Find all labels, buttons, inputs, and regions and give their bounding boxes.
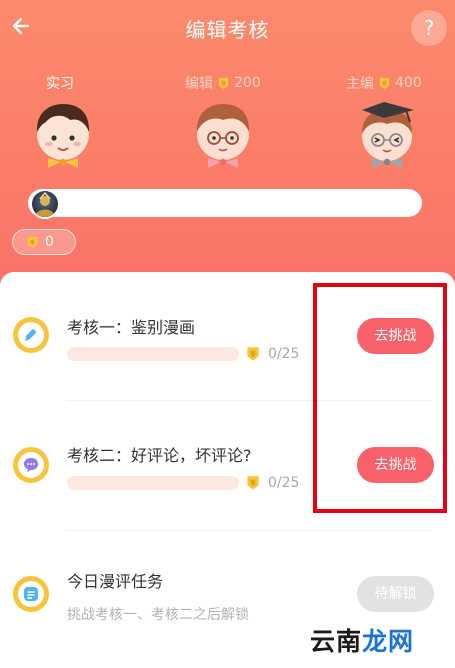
level-editor-label: 编辑 200 [185, 75, 261, 92]
help-button[interactable]: ? [411, 10, 447, 46]
task-3-subtitle: 挑战考核一、考核二之后解锁 [67, 607, 249, 623]
coin-icon [247, 347, 259, 361]
task-1-icon-badge [13, 317, 49, 353]
task-item-2: 考核二：好评论，坏评论? 0/25 去挑战 [0, 400, 455, 528]
task-2-icon-badge [13, 447, 49, 483]
task-1-count: 0/25 [268, 346, 300, 362]
coin-icon [247, 476, 259, 490]
user-avatar [30, 189, 60, 219]
coin-icon [218, 77, 229, 89]
task-1-progress-bar [67, 347, 239, 361]
pencil-icon [25, 329, 37, 341]
task-2-progress-bar [67, 476, 239, 490]
locked-button[interactable]: 待解锁 [357, 576, 434, 612]
chief-editor-avatar-icon [362, 102, 414, 168]
coin-icon [379, 77, 390, 89]
intern-avatar-icon [36, 104, 90, 168]
watermark: 云南龙网 [310, 627, 415, 656]
coin-score-value: 0 [45, 234, 54, 250]
comment-icon [24, 458, 38, 472]
coin-score-badge: 0 [12, 229, 76, 255]
page-title: 编辑考核 [185, 18, 270, 42]
task-2-count: 0/25 [268, 475, 300, 491]
task-1-title: 考核一：鉴别漫画 [67, 318, 196, 337]
level-intern-label: 实习 [46, 76, 74, 92]
level-progress-bar [28, 189, 422, 217]
task-item-1: 考核一：鉴别漫画 0/25 去挑战 [0, 272, 455, 400]
challenge-button-1[interactable]: 去挑战 [357, 318, 434, 354]
level-chief-editor-label: 主编 400 [346, 75, 422, 92]
task-2-title: 考核二：好评论，坏评论? [67, 446, 252, 465]
list-icon [24, 587, 38, 601]
task-3-icon-badge [13, 576, 49, 612]
task-3-title: 今日漫评任务 [67, 572, 164, 591]
editor-avatar-icon [196, 104, 250, 168]
top-bar: 编辑考核 ? [0, 0, 455, 56]
challenge-button-2[interactable]: 去挑战 [357, 447, 434, 483]
coin-icon [27, 236, 38, 248]
user-avatar-icon [35, 191, 55, 217]
